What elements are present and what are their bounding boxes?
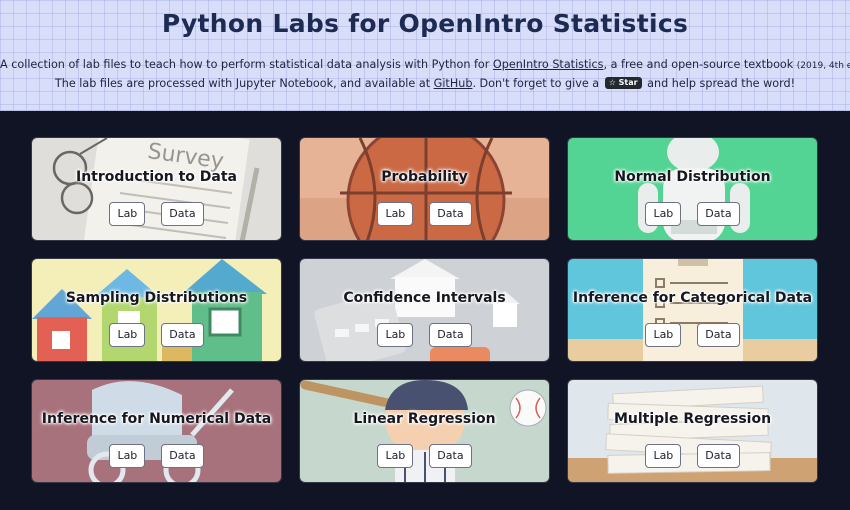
card-title: Normal Distribution — [614, 169, 771, 185]
lab-card-normal-distribution: Normal Distribution Lab Data — [567, 137, 818, 241]
intro-line-2: The lab files are processed with Jupyter… — [0, 77, 850, 90]
card-title: Linear Regression — [353, 411, 496, 427]
data-button[interactable]: Data — [429, 323, 472, 347]
card-buttons: Lab Data — [568, 323, 817, 347]
card-buttons: Lab Data — [300, 323, 549, 347]
edition-note: (2019, 4th edition). — [796, 61, 850, 71]
card-title: Multiple Regression — [613, 411, 772, 427]
lab-grid: Survey Introduction to Data Lab Data Pro… — [0, 111, 850, 510]
lab-button[interactable]: Lab — [377, 444, 414, 468]
intro-text-5: and help spread the word! — [643, 77, 796, 90]
star-label: Star — [618, 78, 638, 87]
card-buttons: Lab Data — [300, 444, 549, 468]
lab-card-introduction-to-data: Survey Introduction to Data Lab Data — [31, 137, 282, 241]
lab-card-inference-for-categorical-data: Inference for Categorical Data Lab Data — [567, 258, 818, 362]
page-title: Python Labs for OpenIntro Statistics — [161, 9, 689, 38]
lab-button[interactable]: Lab — [109, 444, 146, 468]
data-button[interactable]: Data — [429, 202, 472, 226]
card-title: Inference for Categorical Data — [572, 290, 813, 306]
lab-button[interactable]: Lab — [645, 202, 682, 226]
intro-text: A collection of lab files to teach how t… — [0, 58, 493, 71]
lab-card-probability: Probability Lab Data — [299, 137, 550, 241]
lab-card-sampling-distributions: Sampling Distributions Lab Data — [31, 258, 282, 362]
card-title: Probability — [381, 169, 468, 185]
data-button[interactable]: Data — [697, 444, 740, 468]
lab-card-confidence-intervals: Confidence Intervals Lab Data — [299, 258, 550, 362]
intro-line-1: A collection of lab files to teach how t… — [0, 58, 850, 71]
lab-button[interactable]: Lab — [109, 202, 146, 226]
card-buttons: Lab Data — [32, 202, 281, 226]
data-button[interactable]: Data — [697, 202, 740, 226]
data-button[interactable]: Data — [161, 202, 204, 226]
page-header: Python Labs for OpenIntro Statistics A c… — [0, 0, 850, 111]
intro-text-2: , a free and open-source textbook — [603, 58, 797, 71]
github-star-button[interactable]: ☆ Star — [604, 77, 642, 89]
card-buttons: Lab Data — [568, 444, 817, 468]
intro-text-3: The lab files are processed with Jupyter… — [54, 77, 434, 90]
lab-button[interactable]: Lab — [645, 323, 682, 347]
card-buttons: Lab Data — [32, 444, 281, 468]
lab-button[interactable]: Lab — [109, 323, 146, 347]
data-button[interactable]: Data — [161, 444, 204, 468]
lab-card-inference-for-numerical-data: Inference for Numerical Data Lab Data — [31, 379, 282, 483]
card-title: Sampling Distributions — [65, 290, 248, 306]
lab-button[interactable]: Lab — [377, 323, 414, 347]
card-buttons: Lab Data — [32, 323, 281, 347]
card-title: Inference for Numerical Data — [41, 411, 272, 427]
lab-button[interactable]: Lab — [377, 202, 414, 226]
star-icon: ☆ — [608, 78, 616, 87]
intro-text-4: . Don't forget to give a — [472, 77, 603, 90]
lab-card-linear-regression: Linear Regression Lab Data — [299, 379, 550, 483]
data-button[interactable]: Data — [697, 323, 740, 347]
openintro-link[interactable]: OpenIntro Statistics — [493, 58, 604, 71]
card-buttons: Lab Data — [300, 202, 549, 226]
card-title: Confidence Intervals — [343, 290, 506, 306]
card-buttons: Lab Data — [568, 202, 817, 226]
card-title: Introduction to Data — [75, 169, 238, 185]
data-button[interactable]: Data — [429, 444, 472, 468]
lab-card-multiple-regression: Multiple Regression Lab Data — [567, 379, 818, 483]
data-button[interactable]: Data — [161, 323, 204, 347]
lab-button[interactable]: Lab — [645, 444, 682, 468]
github-link[interactable]: GitHub — [434, 77, 473, 90]
